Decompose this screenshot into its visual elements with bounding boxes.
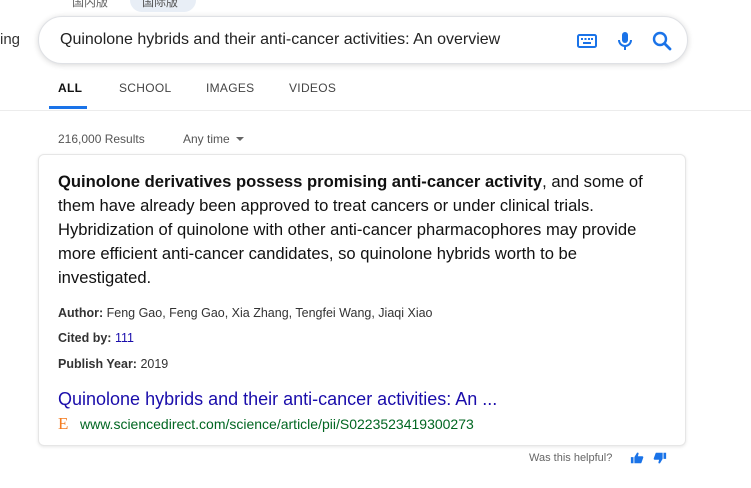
author-label: Author: bbox=[58, 306, 104, 320]
chevron-down-icon bbox=[235, 136, 244, 141]
left-clipped-text: ing bbox=[0, 31, 21, 48]
helpful-question: Was this helpful? bbox=[529, 452, 613, 464]
result-tabs: ALL SCHOOL IMAGES VIDEOS bbox=[0, 64, 751, 111]
time-filter-dropdown[interactable]: Any time bbox=[183, 132, 244, 146]
results-count: 216,000 Results bbox=[58, 132, 145, 146]
result-title-link[interactable]: Quinolone hybrids and their anti-cancer … bbox=[58, 389, 497, 410]
publish-year-value: 2019 bbox=[140, 357, 169, 371]
cited-by-link[interactable]: 111 bbox=[115, 331, 134, 345]
cited-by-row: Cited by: 111 bbox=[58, 331, 134, 345]
snippet-highlight: Quinolone derivatives possess promising … bbox=[58, 172, 543, 191]
search-box[interactable]: Quinolone hybrids and their anti-cancer … bbox=[38, 16, 688, 64]
tab-school[interactable]: SCHOOL bbox=[119, 81, 171, 95]
time-filter-label: Any time bbox=[183, 132, 230, 146]
microphone-icon[interactable] bbox=[613, 29, 637, 53]
thumbs-up-icon[interactable] bbox=[630, 451, 644, 465]
international-version-tab[interactable]: 国际版 bbox=[130, 0, 196, 12]
answer-card: Quinolone derivatives possess promising … bbox=[38, 154, 686, 446]
active-tab-indicator bbox=[49, 106, 87, 109]
domestic-version-label: 国内版 bbox=[72, 0, 109, 9]
answer-snippet: Quinolone derivatives possess promising … bbox=[58, 170, 670, 290]
domestic-version-tab[interactable]: 国内版 bbox=[60, 0, 130, 12]
publish-year-row: Publish Year: 2019 bbox=[58, 357, 168, 371]
cited-by-label: Cited by: bbox=[58, 331, 112, 345]
tab-videos[interactable]: VIDEOS bbox=[289, 81, 336, 95]
elsevier-favicon-icon: E bbox=[58, 414, 69, 433]
tab-images[interactable]: IMAGES bbox=[206, 81, 254, 95]
author-row: Author: Feng Gao, Feng Gao, Xia Zhang, T… bbox=[58, 306, 433, 320]
search-input[interactable]: Quinolone hybrids and their anti-cancer … bbox=[60, 31, 500, 49]
international-version-label: 国际版 bbox=[142, 0, 179, 9]
publish-year-label: Publish Year: bbox=[58, 357, 137, 371]
search-icon[interactable] bbox=[650, 29, 674, 53]
author-value: Feng Gao, Feng Gao, Xia Zhang, Tengfei W… bbox=[106, 306, 433, 320]
keyboard-icon[interactable] bbox=[575, 29, 599, 53]
result-url[interactable]: www.sciencedirect.com/science/article/pi… bbox=[80, 416, 474, 432]
tab-all[interactable]: ALL bbox=[58, 81, 82, 95]
thumbs-down-icon[interactable] bbox=[653, 451, 667, 465]
